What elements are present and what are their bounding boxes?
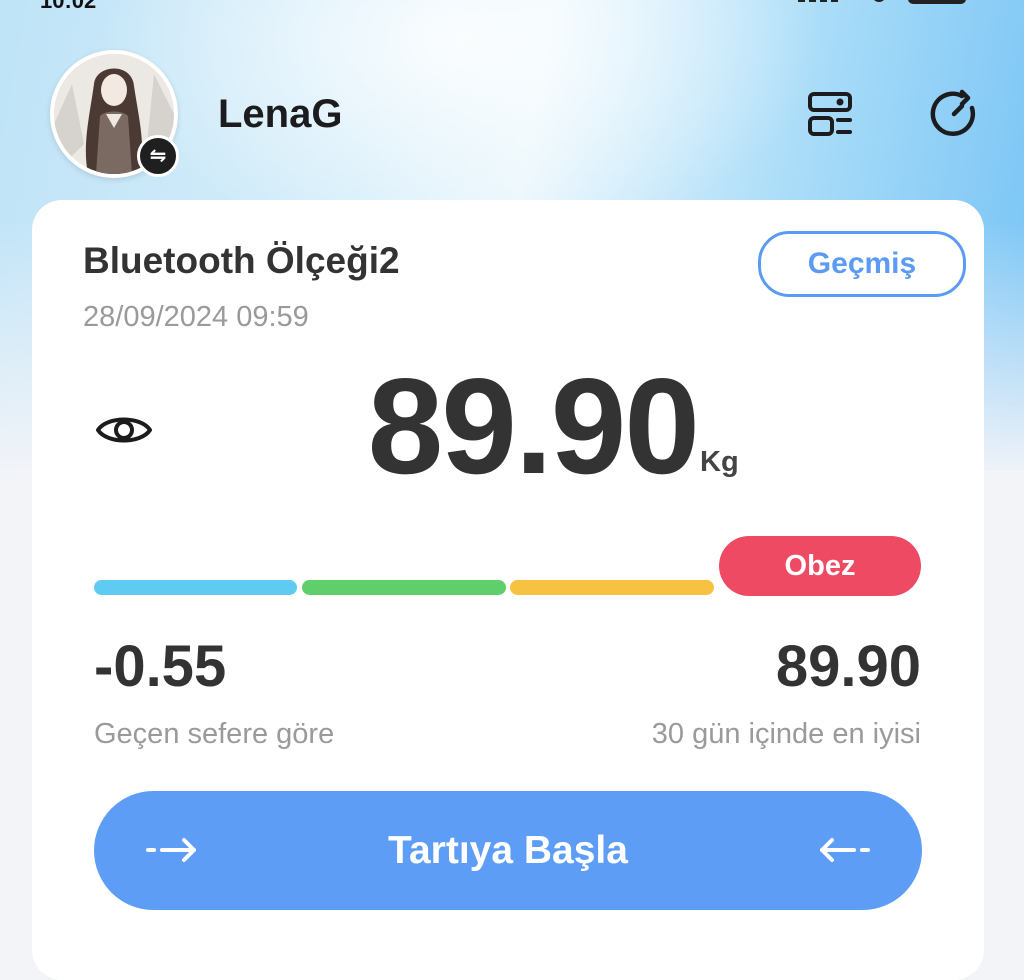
change-value: -0.55 xyxy=(94,634,227,699)
battery-icon xyxy=(908,0,966,4)
change-label: Geçen sefere göre xyxy=(94,718,335,750)
username: LenaG xyxy=(218,92,343,136)
layout-grid-icon[interactable] xyxy=(800,84,860,144)
arrow-right-icon xyxy=(146,838,196,862)
status-bar: 10:02 xyxy=(0,0,1024,13)
refresh-icon[interactable] xyxy=(924,84,984,144)
swap-arrows-icon[interactable]: ⇋ xyxy=(137,135,179,177)
arrow-left-icon xyxy=(820,838,870,862)
measurement-timestamp: 28/09/2024 09:59 xyxy=(83,301,309,333)
avatar[interactable]: ⇋ xyxy=(50,50,179,178)
history-button[interactable]: Geçmiş xyxy=(758,231,966,297)
weight-unit: Kg xyxy=(700,446,739,478)
bmi-segment-normal xyxy=(302,580,506,595)
eye-icon[interactable] xyxy=(95,410,153,450)
bmi-segment-underweight xyxy=(94,580,297,595)
status-badge: Obez xyxy=(719,536,921,596)
weight-card: Bluetooth Ölçeği2 28/09/2024 09:59 Geçmi… xyxy=(32,200,984,980)
device-name: Bluetooth Ölçeği2 xyxy=(83,240,400,281)
status-time: 10:02 xyxy=(40,0,97,13)
wifi-icon xyxy=(872,0,886,2)
bmi-segment-overweight xyxy=(510,580,714,595)
best-value: 89.90 xyxy=(775,634,921,699)
best-label: 30 gün içinde en iyisi xyxy=(651,718,921,750)
start-weighing-button[interactable]: Tartıya Başla xyxy=(94,791,922,910)
start-weighing-label: Tartıya Başla xyxy=(388,828,628,872)
weight-value: 89.90 xyxy=(367,350,700,502)
signal-icon xyxy=(798,0,838,2)
